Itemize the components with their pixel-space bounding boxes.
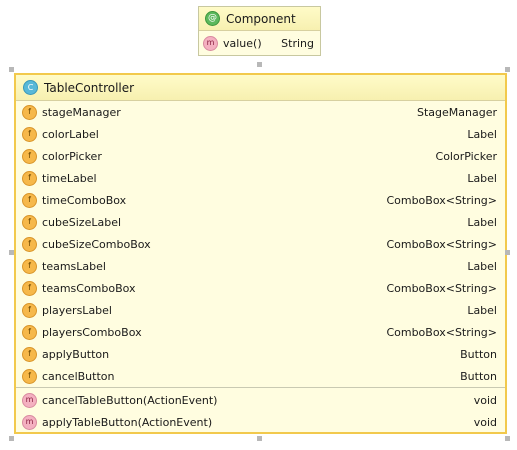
field-row[interactable]: f applyButton Button — [16, 343, 505, 365]
field-row[interactable]: f cubeSizeLabel Label — [16, 211, 505, 233]
field-row[interactable]: f colorLabel Label — [16, 123, 505, 145]
field-type: ComboBox<String> — [386, 193, 497, 207]
field-name: timeComboBox — [42, 193, 127, 207]
resize-handle-top-left[interactable] — [9, 67, 14, 72]
field-icon: f — [22, 302, 37, 318]
table-controller-header[interactable]: C TableController — [16, 75, 505, 101]
field-row[interactable]: f teamsComboBox ComboBox<String> — [16, 277, 505, 299]
field-name: timeLabel — [42, 171, 97, 185]
field-icon: f — [22, 104, 37, 120]
component-title: Component — [226, 11, 296, 26]
field-name: cubeSizeLabel — [42, 215, 122, 229]
component-annotation-node[interactable]: @ Component m value() String — [198, 6, 321, 56]
field-type: ColorPicker — [435, 149, 497, 163]
field-icon: f — [22, 346, 37, 362]
resize-handle-bottom-left[interactable] — [9, 436, 14, 441]
field-row[interactable]: f playersLabel Label — [16, 299, 505, 321]
field-type: ComboBox<String> — [386, 281, 497, 295]
field-icon: f — [22, 324, 37, 340]
field-type: StageManager — [416, 105, 497, 119]
fields-list: f stageManager StageManager f colorLabel Labe… — [16, 101, 505, 387]
field-name: playersComboBox — [42, 325, 142, 339]
field-row[interactable]: f timeComboBox ComboBox<String> — [16, 189, 505, 211]
field-name: colorPicker — [42, 149, 102, 163]
field-row[interactable]: f teamsLabel Label — [16, 255, 505, 277]
method-name: applyTableButton(ActionEvent) — [42, 415, 213, 429]
return-type: void — [473, 415, 497, 429]
field-name: teamsComboBox — [42, 281, 136, 295]
method-icon: m — [203, 35, 218, 51]
field-row[interactable]: f colorPicker ColorPicker — [16, 145, 505, 167]
field-type: Label — [467, 303, 497, 317]
field-name: playersLabel — [42, 303, 112, 317]
method-icon: m — [22, 392, 37, 408]
field-row[interactable]: f timeLabel Label — [16, 167, 505, 189]
field-row[interactable]: f stageManager StageManager — [16, 101, 505, 123]
field-type: Label — [467, 171, 497, 185]
resize-handle-right[interactable] — [505, 250, 510, 255]
method-row[interactable]: m cancelTableButton(ActionEvent) void — [16, 389, 505, 411]
field-name: applyButton — [42, 347, 110, 361]
field-type: Button — [460, 369, 497, 383]
field-name: teamsLabel — [42, 259, 106, 273]
field-icon: f — [22, 280, 37, 296]
resize-handle-bottom-right[interactable] — [505, 436, 510, 441]
field-icon: f — [22, 236, 37, 252]
field-icon: f — [22, 368, 37, 384]
table-controller-class-node[interactable]: C TableController f stageManager StageMana… — [14, 73, 507, 434]
resize-handle-top-right[interactable] — [505, 67, 510, 72]
method-name: cancelTableButton(ActionEvent) — [42, 393, 218, 407]
resize-handle-top[interactable] — [257, 62, 262, 67]
field-icon: f — [22, 148, 37, 164]
return-type: void — [473, 393, 497, 407]
field-type: Label — [467, 215, 497, 229]
annotation-icon: @ — [205, 11, 220, 26]
resize-handle-bottom[interactable] — [257, 436, 262, 441]
member-name: value() — [223, 36, 262, 50]
class-icon: C — [23, 80, 38, 95]
field-icon: f — [22, 170, 37, 186]
field-name: cubeSizeComboBox — [42, 237, 151, 251]
field-type: Label — [467, 127, 497, 141]
method-row[interactable]: m applyTableButton(ActionEvent) void — [16, 411, 505, 433]
member-type: String — [281, 36, 314, 50]
methods-list: m cancelTableButton(ActionEvent) void m appl… — [16, 387, 505, 433]
component-header[interactable]: @ Component — [199, 7, 320, 31]
method-icon: m — [22, 414, 37, 430]
field-row[interactable]: f cubeSizeComboBox ComboBox<String> — [16, 233, 505, 255]
field-icon: f — [22, 214, 37, 230]
field-type: ComboBox<String> — [386, 237, 497, 251]
field-icon: f — [22, 126, 37, 142]
field-row[interactable]: f playersComboBox ComboBox<String> — [16, 321, 505, 343]
field-row[interactable]: f cancelButton Button — [16, 365, 505, 387]
field-name: cancelButton — [42, 369, 115, 383]
field-type: Button — [460, 347, 497, 361]
field-type: Label — [467, 259, 497, 273]
resize-handle-left[interactable] — [9, 250, 14, 255]
class-title: TableController — [44, 80, 135, 95]
field-name: colorLabel — [42, 127, 99, 141]
field-name: stageManager — [42, 105, 121, 119]
component-member-row[interactable]: m value() String — [199, 31, 320, 55]
field-icon: f — [22, 192, 37, 208]
field-icon: f — [22, 258, 37, 274]
field-type: ComboBox<String> — [386, 325, 497, 339]
